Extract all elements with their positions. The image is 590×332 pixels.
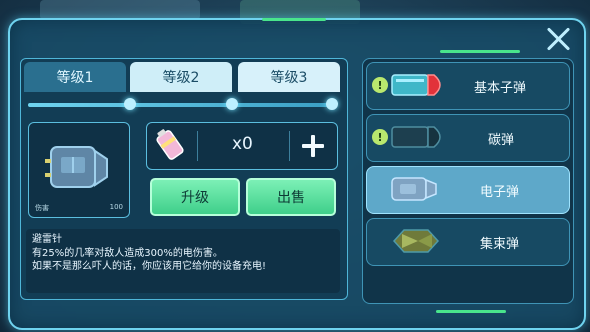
add-quantity-button[interactable] bbox=[300, 133, 326, 159]
ammo-label: 碳弹 bbox=[488, 133, 515, 148]
close-button[interactable] bbox=[544, 24, 574, 54]
ammo-label: 集束弹 bbox=[480, 237, 520, 252]
top-accent-bar bbox=[440, 50, 520, 53]
quantity-count: x0 bbox=[232, 134, 253, 154]
tab-level-2[interactable]: 等级2 bbox=[130, 62, 232, 92]
tab-level-1[interactable]: 等级1 bbox=[24, 62, 126, 92]
damage-value: 100 bbox=[109, 203, 123, 211]
description-line: 如果不是那么吓人的话，你应该用它给你的设备充电! bbox=[32, 261, 267, 272]
ammo-label: 电子弹 bbox=[480, 185, 520, 200]
level-node-3 bbox=[326, 98, 338, 110]
damage-stat: 伤害 100 bbox=[35, 203, 123, 213]
ammo-label: 基本子弹 bbox=[474, 81, 527, 96]
upgrade-button[interactable]: 升级 bbox=[150, 178, 240, 216]
divider bbox=[289, 131, 290, 161]
new-alert-icon: ! bbox=[372, 77, 388, 93]
new-alert-icon: ! bbox=[372, 129, 388, 145]
description-line: 有25%的几率对敌人造成300%的电伤害。 bbox=[32, 247, 223, 259]
electric-module-icon bbox=[45, 146, 108, 188]
battery-icon bbox=[156, 129, 184, 160]
cluster-bullet-icon bbox=[392, 229, 440, 253]
item-preview: 伤害 100 bbox=[28, 122, 130, 218]
damage-label: 伤害 bbox=[35, 204, 49, 212]
bottom-accent-bar bbox=[436, 310, 506, 313]
dark-bullet-icon bbox=[391, 126, 441, 148]
level-progress-track bbox=[28, 103, 334, 107]
background-structure bbox=[40, 0, 200, 20]
level-node-1 bbox=[124, 98, 136, 110]
red-bullet-icon bbox=[391, 74, 441, 96]
level-node-2 bbox=[226, 98, 238, 110]
top-accent-bar bbox=[262, 18, 326, 21]
electric-bullet-icon bbox=[391, 177, 437, 201]
item-name: 避雷针 bbox=[32, 234, 62, 245]
sell-button[interactable]: 出售 bbox=[246, 178, 336, 216]
item-description: 避雷针 有25%的几率对敌人造成300%的电伤害。 如果不是那么吓人的话，你应该… bbox=[26, 229, 340, 293]
divider bbox=[197, 131, 198, 161]
tab-level-3[interactable]: 等级3 bbox=[238, 62, 340, 92]
